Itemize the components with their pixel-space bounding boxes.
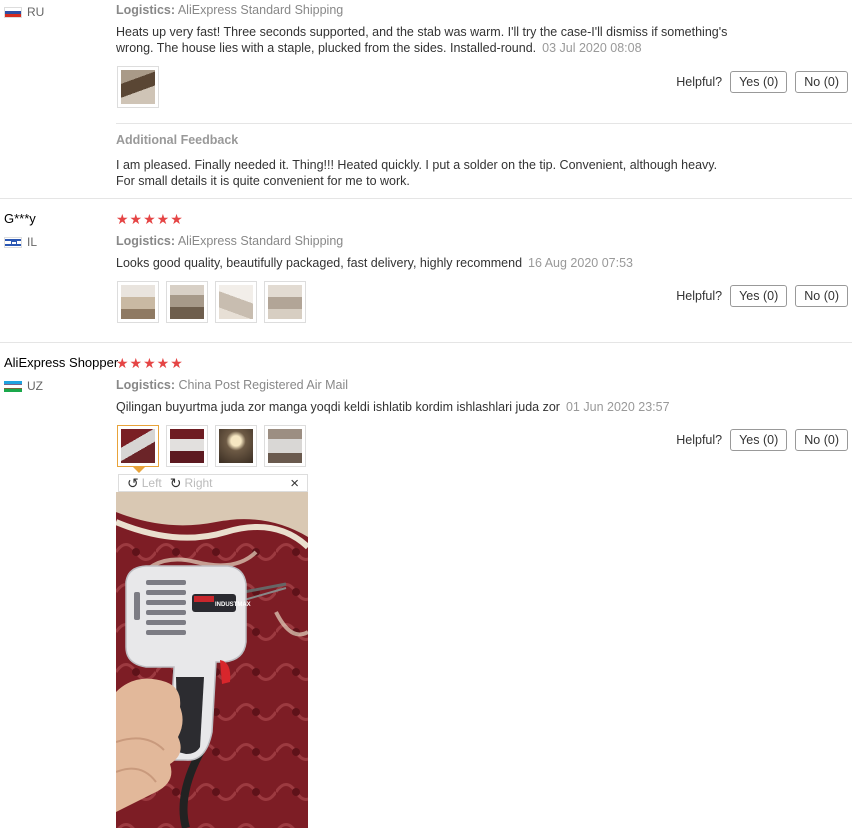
review-photo-thumb[interactable] <box>166 425 208 467</box>
review-photo-thumb[interactable] <box>166 281 208 323</box>
review-date: 03 Jul 2020 08:08 <box>542 41 642 55</box>
flag-ru-icon <box>4 6 22 18</box>
logistics-info: Logistics: China Post Registered Air Mai… <box>116 378 349 392</box>
photo-image <box>219 285 253 319</box>
photo-image <box>121 285 155 319</box>
photo-image <box>268 285 302 319</box>
review-photo-thumb[interactable] <box>215 425 257 467</box>
review-date: 01 Jun 2020 23:57 <box>565 400 670 414</box>
flag-uz-icon <box>4 380 22 392</box>
rotate-left-button[interactable]: ↺ Left <box>127 475 162 492</box>
reviewer-name: G***y <box>4 211 36 226</box>
review-photo-thumb[interactable] <box>264 281 306 323</box>
reviewer-country: IL <box>4 235 37 249</box>
reviewer-country: RU <box>4 5 44 19</box>
helpful-yes-button[interactable]: Yes (0) <box>730 429 788 451</box>
reviewer-country: UZ <box>4 379 43 393</box>
review-text: Looks good quality, beautifully packaged… <box>116 256 633 270</box>
photo-image <box>268 429 302 463</box>
photo-image <box>121 429 155 463</box>
review-photo-thumb[interactable] <box>117 66 159 108</box>
device-brand-label: INDUSTMAX <box>215 602 251 608</box>
photo-viewer-toolbar: ↺ Left ↻ Right × <box>118 474 308 492</box>
photo-image <box>121 70 155 104</box>
helpful-controls: Helpful? Yes (0) No (0) <box>676 285 848 307</box>
flag-il-icon <box>4 236 22 248</box>
reviewer-name: AliExpress Shopper <box>4 355 119 370</box>
selected-indicator-icon <box>133 467 145 473</box>
review-date: 16 Aug 2020 07:53 <box>528 256 633 270</box>
rotate-left-icon: ↺ <box>127 474 139 491</box>
review-divider <box>0 342 852 343</box>
helpful-controls: Helpful? Yes (0) No (0) <box>676 71 848 93</box>
photo-image <box>170 285 204 319</box>
helpful-no-button[interactable]: No (0) <box>795 429 848 451</box>
rotate-right-button[interactable]: ↻ Right <box>170 475 213 492</box>
logistics-info: Logistics: AliExpress Standard Shipping <box>116 234 344 248</box>
additional-feedback-text: I am pleased. Finally needed it. Thing!!… <box>116 158 718 188</box>
helpful-no-button[interactable]: No (0) <box>795 285 848 307</box>
star-rating: ★★★★★ <box>116 211 184 227</box>
divider <box>116 123 852 124</box>
review-photo-thumb[interactable] <box>264 425 306 467</box>
review-divider <box>0 198 852 199</box>
rotate-right-icon: ↻ <box>169 474 182 491</box>
review-photo-thumb[interactable] <box>117 281 159 323</box>
review-photo-thumb[interactable] <box>215 281 257 323</box>
additional-feedback-title: Additional Feedback <box>116 133 239 147</box>
star-rating: ★★★★★ <box>116 355 184 371</box>
photo-image <box>219 429 253 463</box>
photo-image <box>170 429 204 463</box>
review-text: Heats up very fast! Three seconds suppor… <box>116 25 728 55</box>
photo-viewer-image: INDUSTMAX <box>116 492 308 828</box>
review-text: Qilingan buyurtma juda zor manga yoqdi k… <box>116 400 670 414</box>
close-viewer-button[interactable]: × <box>290 475 299 492</box>
review-photo-thumb-selected[interactable] <box>117 425 159 467</box>
helpful-yes-button[interactable]: Yes (0) <box>730 71 788 93</box>
helpful-controls: Helpful? Yes (0) No (0) <box>676 429 848 451</box>
soldering-gun-photo: INDUSTMAX <box>116 492 308 828</box>
helpful-no-button[interactable]: No (0) <box>795 71 848 93</box>
helpful-yes-button[interactable]: Yes (0) <box>730 285 788 307</box>
logistics-info: Logistics: AliExpress Standard Shipping <box>116 3 344 17</box>
